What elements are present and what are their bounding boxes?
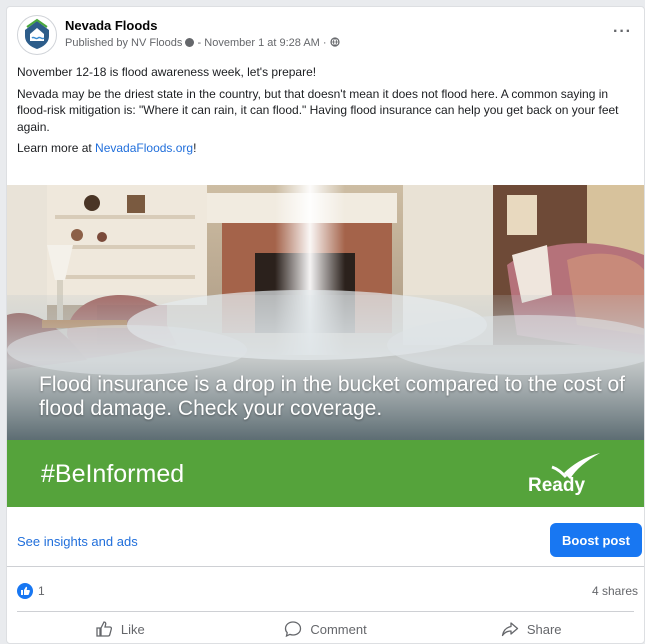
post-text: November 12-18 is flood awareness week, …	[17, 64, 637, 162]
post-text-line: November 12-18 is flood awareness week, …	[17, 65, 317, 79]
avatar[interactable]	[17, 15, 57, 55]
share-arrow-icon	[501, 622, 518, 637]
reactions-summary[interactable]: 1	[17, 580, 45, 602]
info-icon	[185, 38, 195, 47]
post-actions: Like Comment Share	[17, 611, 634, 643]
reactions-count: 1	[38, 584, 45, 598]
like-label: Like	[120, 621, 145, 637]
post-header: Nevada Floods Published by NV Floods - N…	[17, 15, 634, 55]
nevada-floods-shield-icon	[25, 18, 49, 49]
post-meta: Published by NV Floods - November 1 at 9…	[65, 37, 340, 49]
post-date[interactable]: November 1 at 9:28 AM	[204, 37, 320, 49]
post-image[interactable]: Flood insurance is a drop in the bucket …	[7, 185, 644, 440]
page-name[interactable]: Nevada Floods	[65, 18, 157, 33]
image-overlay-text: Flood insurance is a drop in the bucket …	[39, 373, 626, 420]
share-button[interactable]: Share	[428, 612, 634, 643]
boost-post-button[interactable]: Boost post	[550, 523, 642, 557]
share-label: Share	[526, 621, 562, 637]
speech-bubble-icon	[285, 621, 302, 638]
be-informed-banner: #BeInformed Ready	[7, 440, 644, 507]
learn-more: Learn more at NevadaFloods.org!	[17, 140, 637, 157]
ready-logo: Ready	[524, 451, 604, 497]
ready-logo-text: Ready	[528, 475, 586, 496]
like-reaction-icon	[17, 583, 33, 599]
nevada-floods-link[interactable]: NevadaFloods.org	[95, 141, 193, 155]
learn-more-suffix: !	[193, 141, 197, 155]
globe-icon[interactable]	[330, 37, 340, 47]
insights-row: See insights and ads Boost post	[7, 510, 644, 567]
thumbs-up-icon	[96, 621, 112, 637]
published-by[interactable]: Published by NV Floods	[65, 37, 182, 49]
like-button[interactable]: Like	[17, 612, 223, 643]
post-text-paragraph: Nevada may be the driest state in the co…	[17, 86, 619, 134]
more-options-button[interactable]: ···	[613, 23, 632, 41]
comment-label: Comment	[310, 621, 367, 637]
learn-more-prefix: Learn more at	[17, 141, 96, 155]
see-insights-link[interactable]: See insights and ads	[17, 534, 138, 549]
hashtag-text: #BeInformed	[41, 460, 185, 488]
post-card: Nevada Floods Published by NV Floods - N…	[6, 6, 645, 644]
shares-count[interactable]: 4 shares	[592, 584, 638, 598]
separator: ·	[322, 37, 327, 49]
comment-button[interactable]: Comment	[223, 612, 429, 643]
